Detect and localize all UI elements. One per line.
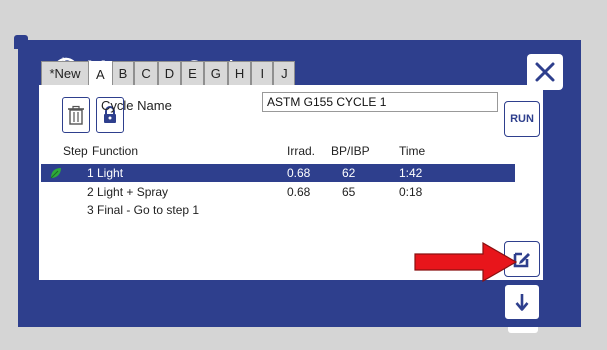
leaf-icon — [50, 168, 61, 179]
bp-ibp-value: 62 — [342, 166, 356, 180]
tab-a[interactable]: A — [89, 61, 112, 86]
irradiance-value: 0.68 — [287, 166, 311, 180]
column-header-function: Function — [92, 144, 139, 158]
bottom-notch — [508, 327, 538, 333]
cycle-name-field[interactable]: ASTM G155 CYCLE 1 — [262, 92, 498, 112]
table-row[interactable]: 2 Light + Spray 0.68 65 0:18 — [41, 183, 515, 201]
tab-d[interactable]: D — [157, 61, 182, 85]
run-button[interactable]: RUN — [504, 101, 540, 137]
tab-e[interactable]: E — [181, 61, 204, 85]
tab-g[interactable]: G — [203, 61, 228, 85]
step-function: 2 Light + Spray — [87, 185, 169, 199]
time-value: 0:18 — [399, 185, 423, 199]
arrow-down-icon — [515, 294, 529, 311]
step-function: 3 Final - Go to step 1 — [87, 203, 200, 217]
bp-ibp-value: 65 — [342, 185, 356, 199]
column-header-time: Time — [399, 144, 426, 158]
cycle-tabs: *New A B C D E G H I J — [41, 61, 296, 86]
close-icon — [535, 62, 555, 82]
cycle-name-label: Cycle Name — [101, 98, 172, 113]
step-function: 1 Light — [87, 166, 124, 180]
tab-h[interactable]: H — [227, 61, 252, 85]
time-value: 1:42 — [399, 166, 423, 180]
column-header-bp-ibp: BP/IBP — [331, 144, 370, 158]
tab-i[interactable]: I — [251, 61, 274, 85]
tab-b[interactable]: B — [111, 61, 135, 85]
table-row[interactable]: 3 Final - Go to step 1 — [41, 201, 515, 219]
column-header-irrad: Irrad. — [287, 144, 316, 158]
tab-j[interactable]: J — [273, 61, 296, 85]
tab-c[interactable]: C — [134, 61, 158, 85]
irradiance-value: 0.68 — [287, 185, 311, 199]
table-row[interactable]: 1 Light 0.68 62 1:42 — [41, 164, 515, 182]
move-down-button[interactable] — [504, 284, 540, 320]
column-header-step: Step — [63, 144, 88, 158]
trash-icon — [68, 105, 84, 125]
annotation-arrow-icon — [414, 242, 517, 282]
delete-cycle-button[interactable] — [62, 97, 90, 133]
tab-new[interactable]: *New — [41, 61, 89, 85]
